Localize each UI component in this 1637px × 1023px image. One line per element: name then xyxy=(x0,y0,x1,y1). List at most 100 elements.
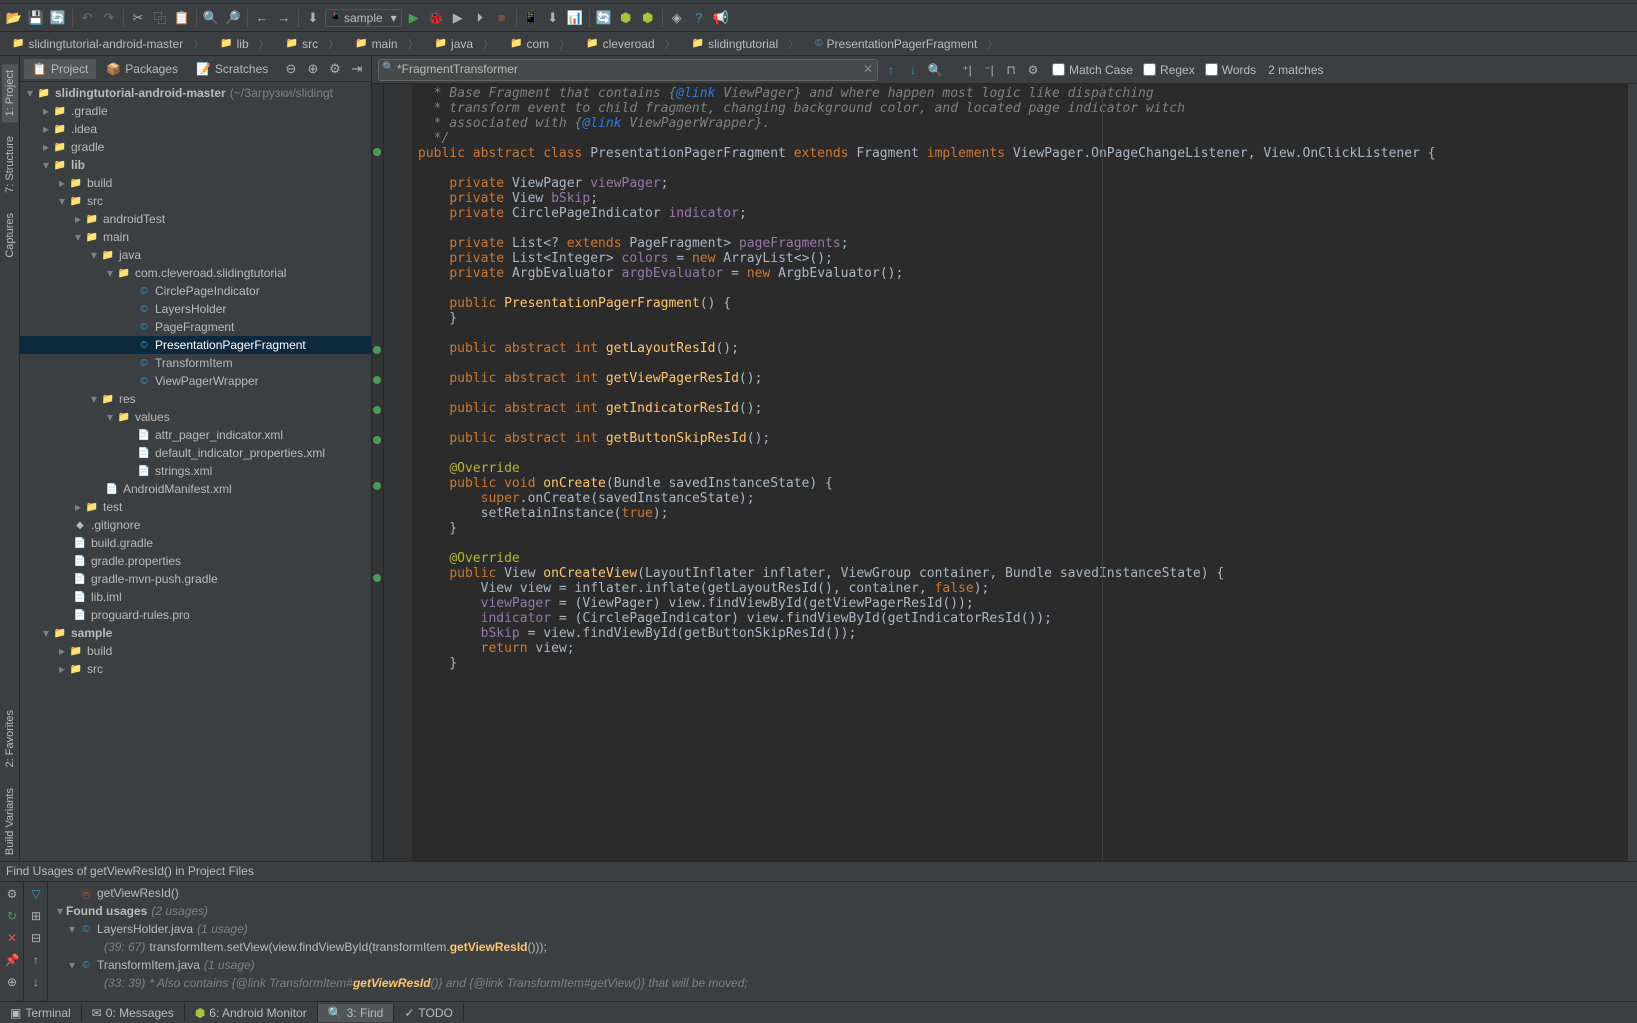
usages-line2[interactable]: (33: 39)* Also contains {@link Transform… xyxy=(48,974,1637,992)
search-settings-icon[interactable]: ⚙ xyxy=(1024,61,1042,79)
tree-buildgradle[interactable]: 📄build.gradle xyxy=(20,534,371,552)
code-editor[interactable]: * Base Fragment that contains {@link Vie… xyxy=(372,84,1637,861)
help-icon[interactable]: ? xyxy=(689,8,709,28)
tree-idea-dir[interactable]: ▸📁.idea xyxy=(20,120,371,138)
tree-file-wrapper[interactable]: ©ViewPagerWrapper xyxy=(20,372,371,390)
merge-icon[interactable]: ⊟ xyxy=(26,928,46,948)
tree-gradleprops[interactable]: 📄gradle.properties xyxy=(20,552,371,570)
crumb-src[interactable]: 📁src xyxy=(278,34,347,54)
tree-file-layers[interactable]: ©LayersHolder xyxy=(20,300,371,318)
gutter-tab-build-variants[interactable]: Build Variants xyxy=(2,782,18,861)
prev-icon[interactable]: ↑ xyxy=(26,950,46,970)
crumb-root[interactable]: 📁slidingtutorial-android-master xyxy=(4,34,212,54)
regex-checkbox[interactable]: Regex xyxy=(1143,63,1195,77)
gutter-tab-structure[interactable]: 7: Structure xyxy=(2,130,18,199)
tab-project[interactable]: 📋Project xyxy=(24,59,96,79)
sync-icon[interactable]: 🔄 xyxy=(48,8,68,28)
pin-icon[interactable]: 📌 xyxy=(2,950,22,970)
tree-package[interactable]: ▾📁com.cleveroad.slidingtutorial xyxy=(20,264,371,282)
avd-icon[interactable]: 📱 xyxy=(521,8,541,28)
crumb-main[interactable]: 📁main xyxy=(347,34,426,54)
coverage-icon[interactable]: ▶ xyxy=(448,8,468,28)
tree-build[interactable]: ▸📁build xyxy=(20,174,371,192)
save-icon[interactable]: 💾 xyxy=(26,8,46,28)
debug-icon[interactable]: 🐞 xyxy=(426,8,446,28)
tree-libiml[interactable]: 📄lib.iml xyxy=(20,588,371,606)
tree-file-circle[interactable]: ©CirclePageIndicator xyxy=(20,282,371,300)
usages-found[interactable]: ▾Found usages(2 usages) xyxy=(48,902,1637,920)
undo-icon[interactable]: ↶ xyxy=(77,8,97,28)
prev-match-icon[interactable]: ↑ xyxy=(882,61,900,79)
tree-gradlemvn[interactable]: 📄gradle-mvn-push.gradle xyxy=(20,570,371,588)
code-area[interactable]: * Base Fragment that contains {@link Vie… xyxy=(412,84,1627,861)
tab-todo[interactable]: ✓TODO xyxy=(394,1004,464,1022)
search-find-icon[interactable]: 🔍 xyxy=(926,61,944,79)
crumb-com[interactable]: 📁com xyxy=(502,34,578,54)
scroll-to-icon[interactable]: ⊕ xyxy=(303,59,323,79)
run-config-select[interactable]: sample xyxy=(325,9,402,27)
monitor-icon[interactable]: 📊 xyxy=(565,8,585,28)
next-icon[interactable]: ↓ xyxy=(26,972,46,992)
next-match-icon[interactable]: ↓ xyxy=(904,61,922,79)
tree-file-presentation[interactable]: ©PresentationPagerFragment xyxy=(20,336,371,354)
settings-icon[interactable]: ⚙ xyxy=(2,884,22,904)
tree-gradle-dir[interactable]: ▸📁.gradle xyxy=(20,102,371,120)
rerun-icon[interactable]: ↻ xyxy=(2,906,22,926)
tree-java[interactable]: ▾📁java xyxy=(20,246,371,264)
structure-icon[interactable]: ◈ xyxy=(667,8,687,28)
tab-scratches[interactable]: 📝Scratches xyxy=(188,59,276,79)
group-icon[interactable]: ⊞ xyxy=(26,906,46,926)
android-icon[interactable]: ⬢ xyxy=(616,8,636,28)
crumb-file[interactable]: ©PresentationPagerFragment xyxy=(807,34,1006,54)
tree-values[interactable]: ▾📁values xyxy=(20,408,371,426)
gradle-sync-icon[interactable]: 🔄 xyxy=(594,8,614,28)
back-icon[interactable]: ← xyxy=(252,8,272,28)
forward-icon[interactable]: → xyxy=(274,8,294,28)
tree-xml-default[interactable]: 📄default_indicator_properties.xml xyxy=(20,444,371,462)
add-sel-icon[interactable]: ⁺| xyxy=(958,61,976,79)
filter-icon[interactable]: ▽ xyxy=(26,884,46,904)
tree-test[interactable]: ▸📁test xyxy=(20,498,371,516)
tree-src[interactable]: ▾📁src xyxy=(20,192,371,210)
search-input[interactable]: *FragmentTransformer ✕ xyxy=(378,59,878,81)
open-icon[interactable]: 📂 xyxy=(4,8,24,28)
editor-scrollbar[interactable] xyxy=(1627,84,1637,861)
close-icon[interactable]: ✕ xyxy=(2,928,22,948)
tree-manifest[interactable]: 📄AndroidManifest.xml xyxy=(20,480,371,498)
tree-res[interactable]: ▾📁res xyxy=(20,390,371,408)
run-icon[interactable]: ▶ xyxy=(404,8,424,28)
make-icon[interactable]: ⬇ xyxy=(303,8,323,28)
usages-method[interactable]: ⓜgetViewResId() xyxy=(48,884,1637,902)
clear-search-icon[interactable]: ✕ xyxy=(863,62,873,76)
tree-androidtest[interactable]: ▸📁androidTest xyxy=(20,210,371,228)
paste-icon[interactable]: 📋 xyxy=(172,8,192,28)
settings-icon[interactable]: ⚙ xyxy=(325,59,345,79)
usages-line1[interactable]: (39: 67)transformItem.setView(view.findV… xyxy=(48,938,1637,956)
copy-icon[interactable]: ⿻ xyxy=(150,8,170,28)
tree-sample-build[interactable]: ▸📁build xyxy=(20,642,371,660)
crumb-pkg[interactable]: 📁slidingtutorial xyxy=(684,34,808,54)
gutter-tab-captures[interactable]: Captures xyxy=(2,207,18,264)
crumb-java[interactable]: 📁java xyxy=(427,34,502,54)
cut-icon[interactable]: ✂ xyxy=(128,8,148,28)
replace-icon[interactable]: 🔎 xyxy=(223,8,243,28)
gutter-tab-project[interactable]: 1: Project xyxy=(2,64,18,122)
redo-icon[interactable]: ↷ xyxy=(99,8,119,28)
tree-file-page[interactable]: ©PageFragment xyxy=(20,318,371,336)
tab-find[interactable]: 🔍3: Find xyxy=(318,1004,395,1022)
match-case-checkbox[interactable]: Match Case xyxy=(1052,63,1133,77)
tree-gitignore[interactable]: ◆.gitignore xyxy=(20,516,371,534)
tree-gradle2-dir[interactable]: ▸📁gradle xyxy=(20,138,371,156)
words-checkbox[interactable]: Words xyxy=(1205,63,1256,77)
tree-file-transform[interactable]: ©TransformItem xyxy=(20,354,371,372)
tree-xml-strings[interactable]: 📄strings.xml xyxy=(20,462,371,480)
tab-terminal[interactable]: ▣Terminal xyxy=(0,1004,82,1022)
tab-android-monitor[interactable]: ⬢6: Android Monitor xyxy=(185,1004,318,1022)
project-tree[interactable]: ▾📁slidingtutorial-android-master (~/Загр… xyxy=(20,82,371,861)
sdk-icon[interactable]: ⬇ xyxy=(543,8,563,28)
tab-packages[interactable]: 📦Packages xyxy=(98,59,186,79)
tab-messages[interactable]: ✉0: Messages xyxy=(82,1004,185,1022)
tree-sample[interactable]: ▾📁sample xyxy=(20,624,371,642)
hide-icon[interactable]: ⇥ xyxy=(347,59,367,79)
collapse-icon[interactable]: ⊖ xyxy=(281,59,301,79)
